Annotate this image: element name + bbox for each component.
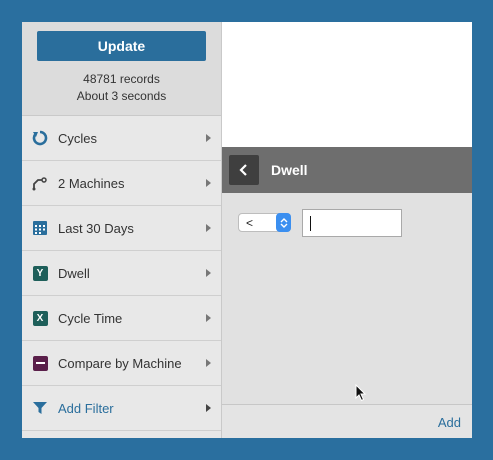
sidebar: Update 48781 records About 3 seconds Cyc… xyxy=(22,22,222,438)
chevron-right-icon xyxy=(206,179,211,187)
sidebar-item-dwell[interactable]: Y Dwell xyxy=(22,251,221,296)
sidebar-item-compare[interactable]: Compare by Machine xyxy=(22,341,221,386)
sidebar-item-label: Add Filter xyxy=(58,400,114,416)
y-axis-icon: Y xyxy=(32,265,48,281)
operator-value: < xyxy=(246,216,254,230)
update-button[interactable]: Update xyxy=(37,31,206,61)
filter-title: Dwell xyxy=(271,162,308,178)
filter-detail-pane: Dwell < Add xyxy=(222,22,472,438)
cycle-icon xyxy=(32,130,48,146)
sidebar-item-label: Compare by Machine xyxy=(58,355,182,371)
add-filter-item[interactable]: Add Filter xyxy=(22,386,221,431)
records-info: 48781 records About 3 seconds xyxy=(22,71,221,105)
sidebar-item-date-range[interactable]: Last 30 Days xyxy=(22,206,221,251)
compare-icon xyxy=(32,355,48,371)
sidebar-item-label: 2 Machines xyxy=(58,175,125,191)
operator-select[interactable]: < xyxy=(238,213,291,232)
add-button[interactable]: Add xyxy=(438,415,461,430)
filter-footer: Add xyxy=(222,404,472,438)
chevron-right-icon xyxy=(206,134,211,142)
filter-header: Dwell xyxy=(222,147,472,193)
back-button[interactable] xyxy=(229,155,259,185)
sidebar-item-label: Cycles xyxy=(58,130,98,146)
update-area: Update 48781 records About 3 seconds xyxy=(22,22,221,116)
records-time: About 3 seconds xyxy=(76,89,167,103)
sidebar-item-cycles[interactable]: Cycles xyxy=(22,116,221,161)
filter-icon xyxy=(32,400,48,416)
sidebar-item-cycle-time[interactable]: X Cycle Time xyxy=(22,296,221,341)
chevron-right-icon xyxy=(206,314,211,322)
chevron-right-icon xyxy=(206,224,211,232)
machine-icon xyxy=(32,175,48,191)
sidebar-item-machines[interactable]: 2 Machines xyxy=(22,161,221,206)
calendar-icon xyxy=(32,220,48,236)
x-axis-icon: X xyxy=(32,310,48,326)
mouse-cursor-icon xyxy=(355,384,367,402)
text-caret xyxy=(310,216,311,231)
records-count: 48781 records xyxy=(83,72,160,86)
chevron-left-icon xyxy=(239,164,247,176)
blank-area xyxy=(222,22,472,147)
y-badge: Y xyxy=(32,265,48,281)
chevron-right-icon xyxy=(206,359,211,367)
sidebar-item-label: Last 30 Days xyxy=(58,220,134,236)
select-stepper-icon xyxy=(276,213,291,232)
sidebar-item-label: Cycle Time xyxy=(58,310,123,326)
sidebar-item-label: Dwell xyxy=(58,265,90,281)
chevron-right-icon xyxy=(206,404,211,412)
chevron-right-icon xyxy=(206,269,211,277)
filter-value-input[interactable] xyxy=(302,209,402,237)
x-badge: X xyxy=(32,310,48,326)
filter-panel-window: Update 48781 records About 3 seconds Cyc… xyxy=(22,22,472,438)
